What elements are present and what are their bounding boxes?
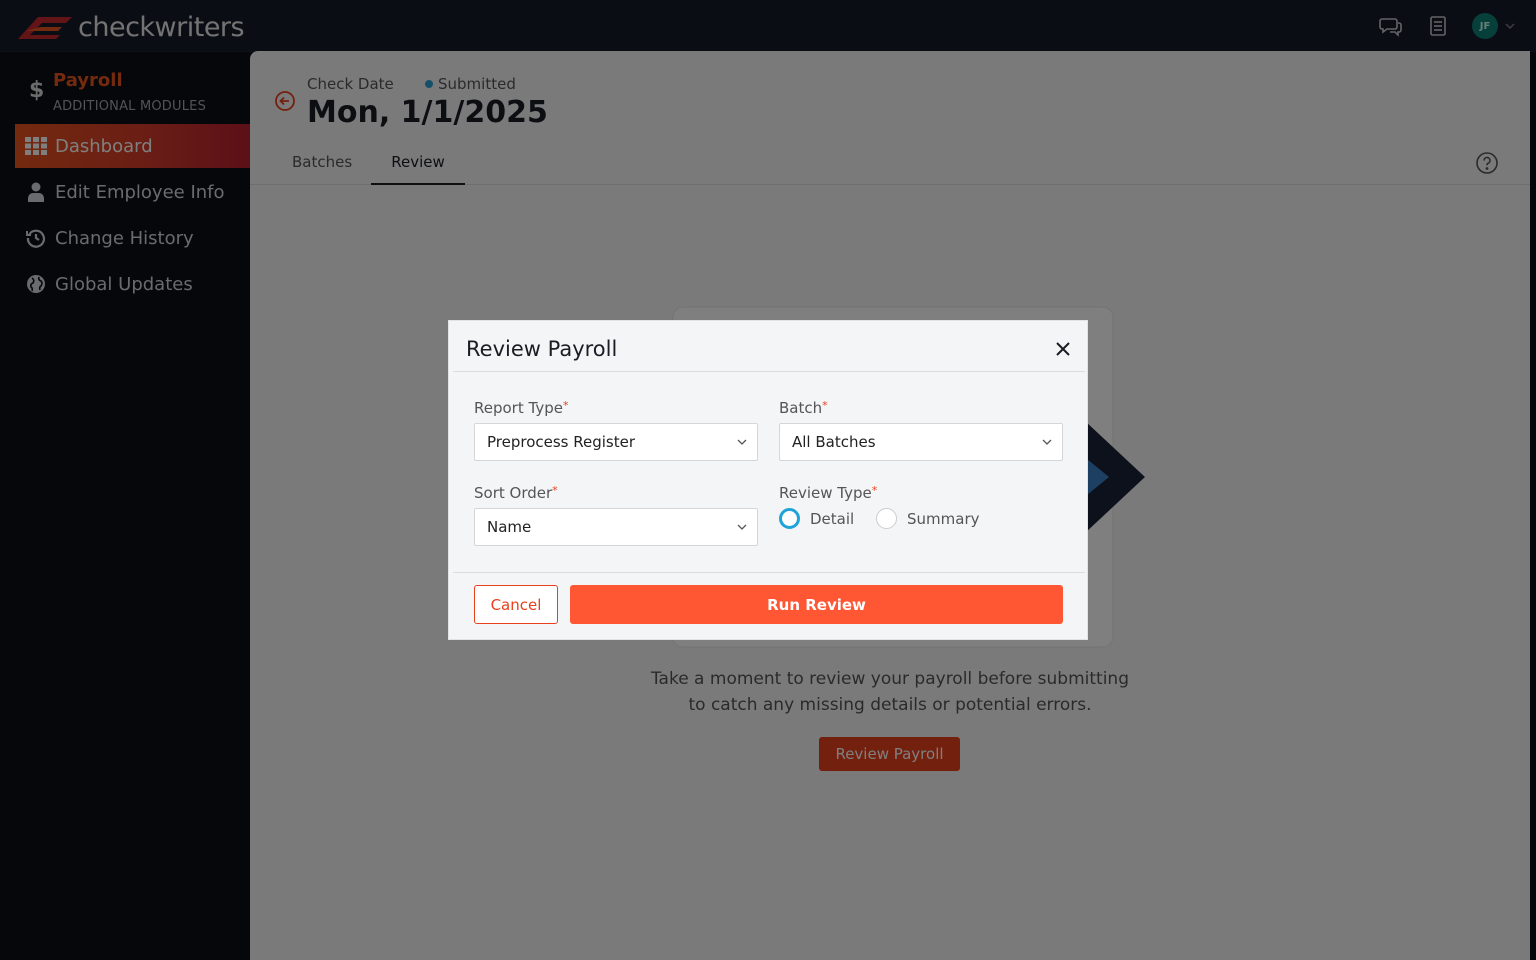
report-type-label: Report Type* [474, 399, 569, 417]
cancel-button[interactable]: Cancel [474, 585, 558, 624]
radio-detail[interactable]: Detail [779, 508, 854, 529]
modal-divider [453, 371, 1085, 372]
chevron-down-icon [737, 439, 747, 445]
radio-summary-label: Summary [907, 509, 980, 528]
batch-label: Batch* [779, 399, 828, 417]
modal-title: Review Payroll [466, 337, 618, 361]
sort-order-select[interactable]: Name [474, 508, 758, 546]
modal-footer-divider [453, 572, 1085, 573]
run-review-button[interactable]: Run Review [570, 585, 1063, 624]
sort-order-label: Sort Order* [474, 484, 558, 502]
report-type-select[interactable]: Preprocess Register [474, 423, 758, 461]
radio-summary[interactable]: Summary [876, 508, 980, 529]
radio-detail-label: Detail [810, 509, 855, 528]
chevron-down-icon [737, 524, 747, 530]
review-payroll-modal: Review Payroll Report Type* Preprocess R… [448, 320, 1088, 640]
chevron-down-icon [1042, 439, 1052, 445]
review-type-label: Review Type* [779, 484, 878, 502]
radio-summary-circle[interactable] [876, 508, 897, 529]
batch-select[interactable]: All Batches [779, 423, 1063, 461]
radio-detail-circle[interactable] [779, 508, 800, 529]
close-icon[interactable] [1053, 339, 1073, 359]
